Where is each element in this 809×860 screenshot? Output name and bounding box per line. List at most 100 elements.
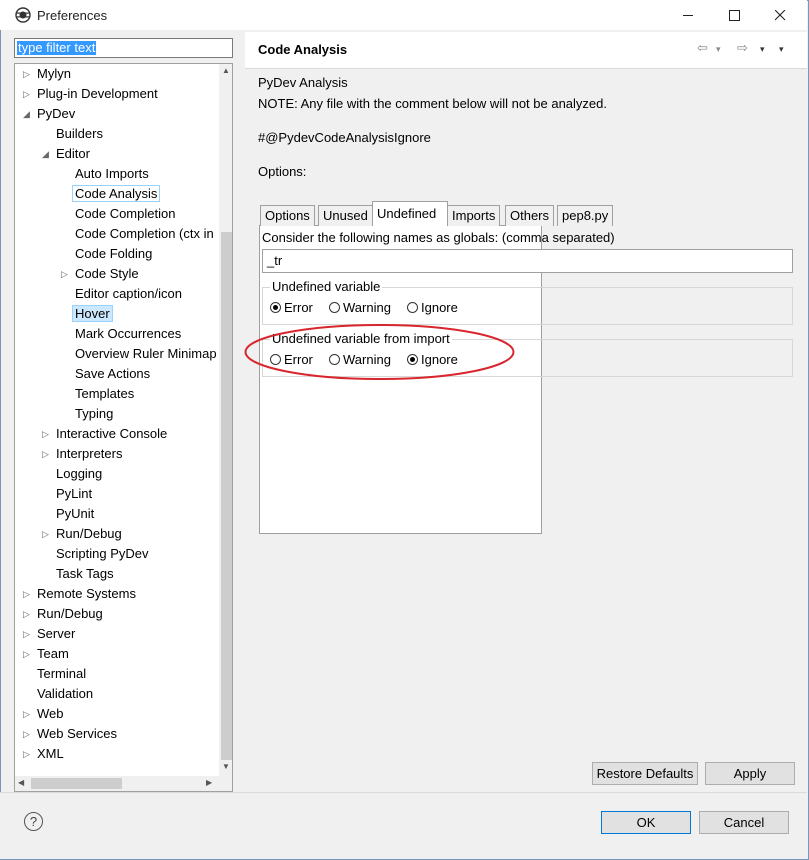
undefined-variable-title: Undefined variable [270, 279, 383, 294]
tree-item[interactable]: Code Folding [75, 244, 152, 264]
tree-item[interactable]: Web [37, 704, 64, 724]
tree-item-label: Editor [56, 146, 90, 161]
tree-item[interactable]: Web Services [37, 724, 117, 744]
tab-imports[interactable]: Imports [447, 205, 501, 226]
expand-arrow-icon[interactable]: ▷ [23, 64, 33, 84]
tree-item[interactable]: Mylyn [37, 64, 71, 84]
restore-defaults-button[interactable]: Restore Defaults [592, 762, 698, 785]
expand-arrow-icon[interactable]: ▷ [42, 424, 52, 444]
tree-item[interactable]: Save Actions [75, 364, 150, 384]
tree-item-label: Typing [75, 406, 114, 421]
globals-input[interactable]: _tr [262, 249, 793, 273]
tree-item[interactable]: Overview Ruler Minimap [75, 344, 217, 364]
tree-item[interactable]: Mark Occurrences [75, 324, 181, 344]
tab-others[interactable]: Others [505, 205, 555, 226]
scrollbar-corner [219, 776, 232, 791]
filter-input[interactable]: type filter text [14, 38, 233, 58]
annotation-ellipse [244, 324, 515, 380]
tree-item[interactable]: Editor [56, 144, 90, 164]
tree-item[interactable]: PyLint [56, 484, 92, 504]
expand-arrow-icon[interactable]: ▷ [23, 584, 33, 604]
tree-item[interactable]: Run/Debug [37, 604, 103, 624]
expand-arrow-icon[interactable]: ▷ [42, 524, 52, 544]
tree-item[interactable]: Terminal [37, 664, 86, 684]
back-arrow-icon[interactable]: ⇦ [697, 40, 708, 56]
expand-arrow-icon[interactable]: ▷ [23, 744, 33, 764]
tree-item[interactable]: Editor caption/icon [75, 284, 182, 304]
tree-vertical-scroll-thumb[interactable] [221, 232, 232, 760]
tree-item[interactable]: Validation [37, 684, 93, 704]
tree-item[interactable]: Server [37, 624, 75, 644]
cancel-button[interactable]: Cancel [699, 811, 789, 834]
expand-arrow-icon[interactable]: ▷ [23, 644, 33, 664]
options-label: Options: [258, 164, 307, 179]
tree-item[interactable]: Interpreters [56, 444, 122, 464]
tree-item-label: Hover [72, 305, 113, 322]
tree-item[interactable]: Typing [75, 404, 113, 424]
scroll-down-icon[interactable]: ▼ [222, 762, 230, 771]
tree-item-label: Editor caption/icon [75, 286, 182, 301]
tab-unused[interactable]: Unused [318, 205, 373, 226]
tab-undefined[interactable]: Undefined [372, 201, 448, 226]
tree-item[interactable]: Interactive Console [56, 424, 167, 444]
forward-dropdown-icon[interactable]: ▾ [760, 44, 765, 55]
tree-item[interactable]: Builders [56, 124, 103, 144]
tree-item[interactable]: Remote Systems [37, 584, 136, 604]
help-icon[interactable]: ? [24, 812, 43, 831]
tree-item[interactable]: Logging [56, 464, 102, 484]
expand-arrow-icon[interactable]: ▷ [23, 84, 33, 104]
tree-item[interactable]: Task Tags [56, 564, 114, 584]
ignore-comment: #@PydevCodeAnalysisIgnore [258, 130, 431, 145]
close-button[interactable] [757, 0, 803, 30]
tree-item-label: Mylyn [37, 66, 71, 81]
radio-circle-icon [270, 302, 281, 313]
expand-arrow-icon[interactable]: ▷ [23, 604, 33, 624]
expand-arrow-icon[interactable]: ▷ [61, 264, 71, 284]
collapse-arrow-icon[interactable]: ◢ [42, 144, 52, 164]
forward-arrow-icon[interactable]: ⇨ [737, 40, 748, 56]
view-menu-icon[interactable]: ▾ [779, 44, 784, 55]
tree-item[interactable]: PyDev [37, 104, 75, 124]
tree-item-label: PyUnit [56, 506, 95, 521]
tree-item[interactable]: Code Analysis [72, 184, 161, 204]
tree-item[interactable]: Plug-in Development [37, 84, 158, 104]
tab-options[interactable]: Options [260, 205, 315, 226]
tree-item[interactable]: Hover [72, 304, 113, 324]
tree-item-label: Team [37, 646, 69, 661]
tree-item[interactable]: XML [37, 744, 64, 764]
tree-item[interactable]: Run/Debug [56, 524, 122, 544]
expand-arrow-icon[interactable]: ▷ [42, 444, 52, 464]
tree-item[interactable]: Code Style [75, 264, 139, 284]
scroll-right-icon[interactable]: ▶ [206, 778, 212, 787]
tree-item[interactable]: PyUnit [56, 504, 94, 524]
radio-label: Error [284, 300, 313, 315]
tree-horizontal-scroll-thumb[interactable] [31, 778, 122, 789]
tree-item[interactable]: Team [37, 644, 69, 664]
back-dropdown-icon[interactable]: ▾ [716, 44, 721, 55]
scroll-up-icon[interactable]: ▲ [222, 66, 230, 75]
apply-button[interactable]: Apply [705, 762, 795, 785]
ok-button[interactable]: OK [601, 811, 691, 834]
tree-item-label: Save Actions [75, 366, 151, 381]
collapse-arrow-icon[interactable]: ◢ [23, 104, 33, 124]
tree-item[interactable]: Scripting PyDev [56, 544, 148, 564]
scroll-left-icon[interactable]: ◀ [18, 778, 24, 787]
tree-item[interactable]: Templates [75, 384, 134, 404]
tab-pep8[interactable]: pep8.py [557, 205, 614, 226]
radio-warning[interactable]: Warning [329, 300, 391, 315]
tree-item[interactable]: Code Completion (ctx in [75, 224, 214, 244]
preferences-tree[interactable]: Mylyn ▷ Plug-in Development ▷ PyDev ◢ Builders… [14, 63, 233, 792]
tree-item[interactable]: Auto Imports [75, 164, 149, 184]
tree-item[interactable]: Code Completion [75, 204, 175, 224]
radio-ignore[interactable]: Ignore [407, 300, 458, 315]
radio-circle-icon [407, 302, 418, 313]
pydev-analysis-heading: PyDev Analysis [258, 75, 348, 90]
radio-error[interactable]: Error [270, 300, 313, 315]
expand-arrow-icon[interactable]: ▷ [23, 704, 33, 724]
maximize-button[interactable] [711, 0, 757, 30]
expand-arrow-icon[interactable]: ▷ [23, 724, 33, 744]
tree-item-label: Interpreters [56, 446, 123, 461]
minimize-button[interactable] [665, 0, 711, 30]
expand-arrow-icon[interactable]: ▷ [23, 624, 33, 644]
tree-item-label: Run/Debug [37, 606, 103, 621]
